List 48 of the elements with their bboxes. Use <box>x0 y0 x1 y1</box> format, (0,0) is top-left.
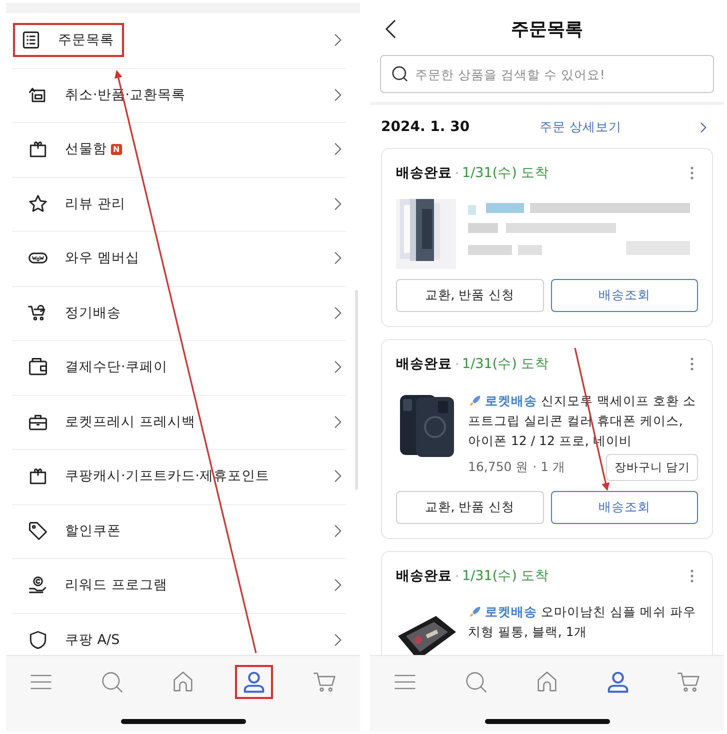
exchange-return-button[interactable]: 교환, 반품 신청 <box>396 279 544 312</box>
shield-icon <box>27 628 49 651</box>
menu-item[interactable]: 쿠팡 A/S <box>6 612 360 655</box>
menu-label: 할인쿠폰 <box>65 522 121 541</box>
order-date: 2024. 1. 30 <box>381 118 470 137</box>
menu-item[interactable]: 선물함 N <box>6 122 360 176</box>
menu-label: 와우 멤버십 <box>65 249 140 268</box>
menu-label: 리뷰 관리 <box>65 194 126 214</box>
track-delivery-button[interactable]: 배송조회 <box>550 490 698 524</box>
delivery-status: 배송완료 <box>396 355 452 374</box>
menu-label: 선물함 <box>65 140 107 160</box>
menu-label: 리워드 프로그램 <box>65 576 168 596</box>
account-tab[interactable] <box>234 665 273 699</box>
more-icon <box>690 357 694 372</box>
order-detail-link[interactable]: 주문 상세보기 <box>539 118 622 137</box>
menu-item[interactable]: 할인쿠폰 <box>6 504 360 558</box>
menu-label: 결제수단·쿠페이 <box>65 358 168 378</box>
tag-icon <box>27 520 49 542</box>
menu-label: 쿠팡 A/S <box>65 630 120 650</box>
track-delivery-button[interactable]: 배송조회 <box>550 279 698 312</box>
search-icon <box>390 64 410 84</box>
delivery-status: 배송완료 <box>396 566 452 586</box>
delivery-status: 배송완료 <box>396 164 452 183</box>
search-field[interactable]: 주문한 상품을 검색할 수 있어요! <box>380 55 714 93</box>
price-quantity: 16,750 원 · 1 개 <box>468 458 566 476</box>
search-icon <box>99 669 126 695</box>
menu-item[interactable]: 정기배송 <box>6 286 360 340</box>
menu-item[interactable]: 리뷰 관리 <box>6 176 360 231</box>
list-icon <box>20 29 42 52</box>
add-to-cart-button[interactable]: 장바구니 담기 <box>606 454 698 481</box>
arrival-date: 1/31(수) 도착 <box>462 164 550 183</box>
menu-item[interactable]: 결제수단·쿠페이 <box>6 340 360 394</box>
exchange-return-button[interactable]: 교환, 반품 신청 <box>396 490 544 524</box>
more-icon <box>690 166 694 180</box>
menu-label: 로켓프레시 프레시백 <box>65 412 196 432</box>
menu-label: 주문목록 <box>58 31 114 50</box>
arrival-date: 1/31(수) 도착 <box>462 355 550 374</box>
page-title: 주문목록 <box>511 18 583 42</box>
search-icon <box>463 669 490 695</box>
star-icon <box>27 192 49 215</box>
menu-item[interactable]: 주문목록 <box>6 13 360 68</box>
menu-label: 정기배송 <box>65 304 121 323</box>
menu-item[interactable]: 리워드 프로그램 <box>6 558 360 612</box>
more-icon <box>690 568 694 583</box>
menu-item[interactable]: 로켓프레시 프레시백 <box>6 394 360 449</box>
new-badge: N <box>111 144 122 155</box>
menu-item[interactable]: 와우 멤버십 <box>6 231 360 286</box>
arrival-date: 1/31(수) 도착 <box>462 566 550 586</box>
